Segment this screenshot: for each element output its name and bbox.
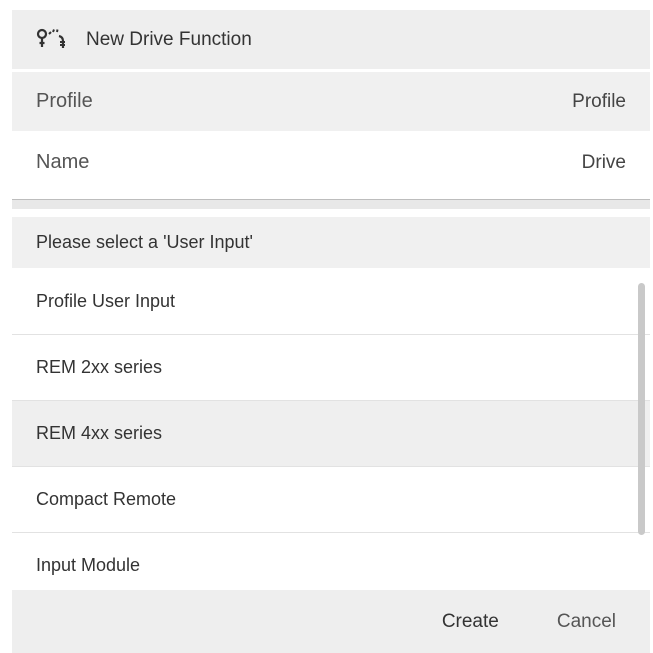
list-item[interactable]: Profile User Input [12,269,650,335]
list-item-label: REM 4xx series [36,423,163,443]
dialog-title: New Drive Function [86,28,252,50]
user-input-list[interactable]: Profile User Input REM 2xx series REM 4x… [12,269,650,595]
name-field[interactable]: Name Drive [12,133,650,192]
user-input-prompt-text: Please select a 'User Input' [36,232,253,252]
list-scrollbar[interactable] [638,283,645,535]
profile-value[interactable]: Profile [572,91,626,113]
list-item[interactable]: Input Module [12,533,650,595]
cancel-button[interactable]: Cancel [557,611,616,633]
list-item-label: REM 2xx series [36,357,163,377]
list-item[interactable]: REM 2xx series [12,335,650,401]
name-value[interactable]: Drive [582,152,626,174]
list-item-selected[interactable]: REM 4xx series [12,401,650,467]
dialog-header: New Drive Function [12,10,650,69]
create-button[interactable]: Create [442,611,499,633]
profile-label: Profile [36,90,93,112]
list-item-label: Profile User Input [36,291,176,311]
user-input-prompt: Please select a 'User Input' [12,217,650,268]
drive-function-icon [36,28,65,48]
dialog-footer: Create Cancel [12,590,650,653]
list-item-label: Input Module [36,555,141,575]
list-item-label: Compact Remote [36,489,177,509]
section-divider [12,199,650,209]
name-label: Name [36,151,90,173]
list-item[interactable]: Compact Remote [12,467,650,533]
profile-field[interactable]: Profile Profile [12,72,650,131]
new-drive-function-dialog: New Drive Function Profile Profile Name … [12,10,650,653]
